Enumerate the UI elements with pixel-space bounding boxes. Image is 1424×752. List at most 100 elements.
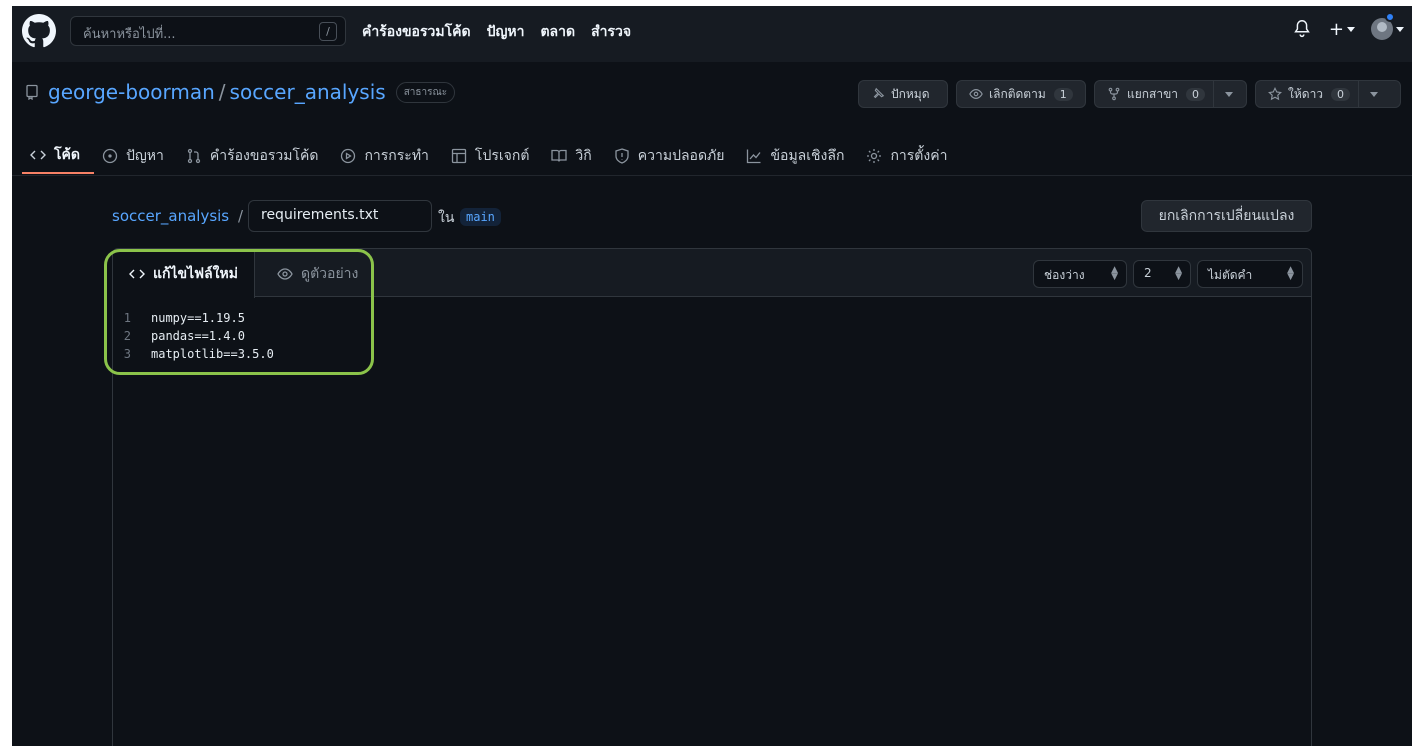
header-actions: + bbox=[1291, 12, 1404, 40]
gear-icon bbox=[867, 149, 882, 163]
code-line: 3 matplotlib==3.5.0 bbox=[113, 345, 274, 363]
line-number: 2 bbox=[123, 329, 131, 343]
nav-issues[interactable]: ปัญหา bbox=[487, 21, 525, 43]
github-logo-icon[interactable] bbox=[22, 14, 56, 48]
code-area[interactable]: 1 numpy==1.19.5 2 pandas==1.4.0 3 matplo… bbox=[113, 309, 274, 363]
search-shortcut-key: / bbox=[319, 22, 337, 41]
tab-actions[interactable]: การกระทำ bbox=[332, 138, 442, 174]
tab-label: การตั้งค่า bbox=[890, 148, 948, 164]
notification-dot bbox=[1385, 12, 1395, 22]
tabs-divider bbox=[12, 175, 1412, 176]
tab-settings[interactable]: การตั้งค่า bbox=[858, 138, 961, 174]
graph-icon bbox=[747, 149, 761, 164]
star-label: ให้ดาว bbox=[1288, 86, 1324, 101]
filename-input[interactable]: requirements.txt bbox=[248, 200, 432, 232]
visibility-badge: สาธารณะ bbox=[395, 81, 456, 103]
cancel-changes-button[interactable]: ยกเลิกการเปลี่ยนแปลง bbox=[1141, 200, 1312, 232]
fork-button[interactable]: แยกสาขา 0 bbox=[1094, 80, 1247, 108]
tab-pull-requests[interactable]: คำร้องขอรวมโค้ด bbox=[178, 138, 333, 174]
plus-icon: + bbox=[1328, 18, 1344, 40]
line-text: matplotlib==3.5.0 bbox=[151, 347, 274, 361]
bell-icon[interactable] bbox=[1291, 18, 1313, 40]
tab-label: โค้ด bbox=[54, 147, 80, 163]
wrap-mode-select[interactable]: ไม่ตัดคำ ▲ ▼ bbox=[1197, 260, 1303, 288]
code-icon bbox=[30, 150, 46, 160]
star-count: 0 bbox=[1331, 87, 1351, 101]
nav-pull-requests[interactable]: คำร้องขอรวมโค้ด bbox=[362, 21, 471, 43]
select-arrows-icon: ▲ ▼ bbox=[1111, 265, 1118, 282]
breadcrumb-repo-link[interactable]: soccer_analysis bbox=[112, 207, 229, 225]
tab-preview[interactable]: ดูตัวอย่าง bbox=[277, 263, 358, 285]
indent-size-select[interactable]: 2 ▲ ▼ bbox=[1133, 260, 1191, 288]
line-number: 3 bbox=[123, 347, 131, 361]
select-arrows-icon: ▲ ▼ bbox=[1175, 265, 1182, 282]
tab-code[interactable]: โค้ด bbox=[22, 138, 94, 174]
eye-icon bbox=[969, 89, 983, 99]
line-text: numpy==1.19.5 bbox=[151, 311, 245, 325]
repo-owner-link[interactable]: george-boorman bbox=[48, 80, 215, 104]
table-icon bbox=[451, 148, 467, 164]
global-header: ค้นหาหรือไปที่... / คำร้องขอรวมโค้ด ปัญห… bbox=[12, 6, 1412, 62]
repo-title: george-boorman / soccer_analysis สาธารณะ bbox=[24, 80, 456, 104]
repo-name-link[interactable]: soccer_analysis bbox=[230, 80, 386, 104]
issue-icon bbox=[102, 148, 118, 164]
book-icon bbox=[551, 149, 568, 162]
pin-button[interactable]: ปักหมุด bbox=[858, 80, 948, 108]
fork-count: 0 bbox=[1186, 87, 1206, 101]
wrap-mode-value: ไม่ตัดคำ bbox=[1208, 268, 1253, 282]
pull-request-icon bbox=[187, 148, 201, 164]
tab-label: โปรเจกต์ bbox=[474, 148, 530, 164]
preview-tab-label: ดูตัวอย่าง bbox=[301, 266, 359, 282]
user-menu[interactable] bbox=[1371, 12, 1404, 40]
editor-toolbar: แก้ไขไฟล์ใหม่ ดูตัวอย่าง ช่องว่าง ▲ ▼ 2 ▲… bbox=[113, 249, 1311, 298]
tab-label: ความปลอดภัย bbox=[637, 148, 725, 164]
fork-label: แยกสาขา bbox=[1127, 86, 1179, 101]
pin-label: ปักหมุด bbox=[891, 86, 930, 101]
line-text: pandas==1.4.0 bbox=[151, 329, 245, 343]
select-arrows-icon: ▲ ▼ bbox=[1287, 265, 1294, 282]
tab-projects[interactable]: โปรเจกต์ bbox=[443, 138, 543, 174]
fork-icon bbox=[1108, 87, 1120, 101]
tab-issues[interactable]: ปัญหา bbox=[94, 138, 178, 174]
nav-marketplace[interactable]: ตลาด bbox=[540, 21, 575, 43]
search-placeholder: ค้นหาหรือไปที่... bbox=[83, 27, 176, 42]
tab-edit-file[interactable]: แก้ไขไฟล์ใหม่ bbox=[113, 249, 255, 298]
repo-tabs: โค้ด ปัญหา คำร้องขอรวมโค้ด การกระทำ โปรเ… bbox=[22, 138, 961, 174]
fork-dropdown[interactable] bbox=[1213, 81, 1243, 107]
indent-size-value: 2 bbox=[1144, 266, 1152, 280]
search-input[interactable]: ค้นหาหรือไปที่... / bbox=[70, 16, 346, 46]
tab-label: ข้อมูลเชิงลึก bbox=[770, 148, 845, 164]
unwatch-button[interactable]: เลิกติดตาม 1 bbox=[956, 80, 1086, 108]
star-icon bbox=[1268, 87, 1282, 101]
browser-frame: ค้นหาหรือไปที่... / คำร้องขอรวมโค้ด ปัญห… bbox=[12, 6, 1412, 746]
tab-wiki[interactable]: วิกิ bbox=[543, 138, 605, 174]
chevron-down-icon bbox=[1396, 26, 1404, 32]
tab-label: คำร้องขอรวมโค้ด bbox=[209, 148, 319, 164]
star-button[interactable]: ให้ดาว 0 bbox=[1255, 80, 1401, 108]
tab-label: การกระทำ bbox=[364, 148, 429, 164]
edit-tab-label: แก้ไขไฟล์ใหม่ bbox=[153, 265, 238, 282]
chevron-down-icon bbox=[1224, 91, 1233, 97]
repo-separator: / bbox=[218, 80, 226, 104]
repo-icon bbox=[26, 84, 38, 100]
code-line: 1 numpy==1.19.5 bbox=[113, 309, 274, 327]
code-icon bbox=[129, 269, 145, 278]
create-new-button[interactable]: + bbox=[1329, 19, 1355, 40]
breadcrumb-separator: / bbox=[238, 207, 244, 225]
eye-icon bbox=[277, 268, 293, 280]
code-line: 2 pandas==1.4.0 bbox=[113, 327, 274, 345]
star-dropdown[interactable] bbox=[1358, 81, 1388, 107]
pin-icon bbox=[873, 87, 885, 99]
unwatch-label: เลิกติดตาม bbox=[989, 86, 1046, 101]
play-icon bbox=[341, 148, 356, 164]
tab-insights[interactable]: ข้อมูลเชิงลึก bbox=[738, 138, 858, 174]
nav-explore[interactable]: สำรวจ bbox=[591, 21, 631, 43]
indent-mode-select[interactable]: ช่องว่าง ▲ ▼ bbox=[1033, 260, 1127, 288]
watch-count: 1 bbox=[1053, 87, 1073, 101]
shield-icon bbox=[615, 148, 629, 164]
tab-security[interactable]: ความปลอดภัย bbox=[606, 138, 739, 174]
chevron-down-icon bbox=[1347, 26, 1355, 32]
chevron-down-icon bbox=[1369, 91, 1378, 97]
file-editor: แก้ไขไฟล์ใหม่ ดูตัวอย่าง ช่องว่าง ▲ ▼ 2 ▲… bbox=[112, 248, 1312, 746]
top-nav: คำร้องขอรวมโค้ด ปัญหา ตลาด สำรวจ bbox=[362, 21, 631, 43]
